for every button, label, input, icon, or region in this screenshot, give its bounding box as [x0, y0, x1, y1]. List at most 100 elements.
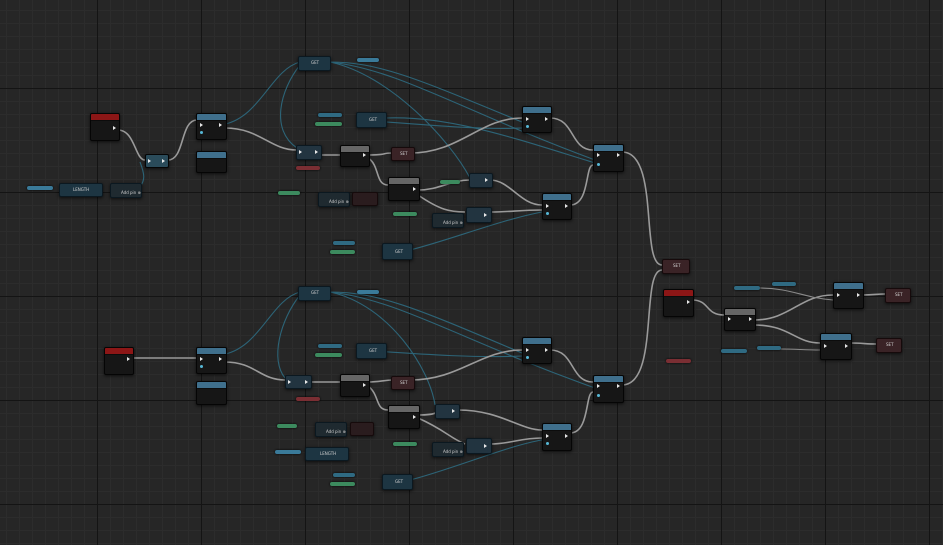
- function-node-upper-a[interactable]: [196, 113, 227, 140]
- exec-pin-icon[interactable]: [363, 153, 366, 157]
- exec-pin-icon[interactable]: [113, 126, 116, 130]
- data-pin-icon[interactable]: [526, 356, 529, 359]
- struct-variable-pill[interactable]: [357, 290, 379, 294]
- sequence-node-upper[interactable]: [145, 154, 169, 168]
- array-variable-pill[interactable]: [27, 186, 53, 190]
- get-node-lower-mid[interactable]: GET: [356, 343, 387, 359]
- exec-pin-icon[interactable]: [485, 178, 488, 182]
- struct-variable-pill[interactable]: [772, 282, 796, 286]
- struct-variable-pill[interactable]: [333, 241, 355, 245]
- set-node-lower-b[interactable]: [350, 422, 374, 436]
- data-pin-icon[interactable]: [597, 394, 600, 397]
- math-node-upper-a[interactable]: Add pin ⊕: [318, 192, 350, 207]
- exec-pin-icon[interactable]: [597, 384, 600, 388]
- exec-pin-icon[interactable]: [824, 344, 827, 348]
- exec-pin-icon[interactable]: [413, 187, 416, 191]
- function-node-lower-a[interactable]: [196, 347, 227, 374]
- struct-variable-pill[interactable]: [357, 58, 379, 62]
- exec-pin-icon[interactable]: [219, 357, 222, 361]
- data-pin-icon[interactable]: [546, 442, 549, 445]
- function-node-upper-f[interactable]: [593, 144, 624, 172]
- function-node-upper-b[interactable]: [196, 151, 227, 173]
- function-node-right-c[interactable]: [820, 333, 852, 360]
- function-node-upper-c[interactable]: [388, 177, 420, 201]
- exec-pin-icon[interactable]: [837, 293, 840, 297]
- exec-pin-icon[interactable]: [148, 159, 151, 163]
- exec-pin-icon[interactable]: [299, 150, 302, 154]
- exec-pin-icon[interactable]: [200, 123, 203, 127]
- exec-pin-icon[interactable]: [127, 357, 130, 361]
- event-node-lower[interactable]: [104, 347, 134, 375]
- event-node-right[interactable]: [663, 289, 694, 317]
- struct-variable-pill[interactable]: [757, 346, 781, 350]
- function-node-right-a[interactable]: [724, 308, 756, 331]
- exec-pin-icon[interactable]: [845, 344, 848, 348]
- array-variable-pill[interactable]: [275, 450, 301, 454]
- exec-pin-icon[interactable]: [452, 409, 455, 413]
- data-pin-icon[interactable]: [597, 163, 600, 166]
- object-variable-pill[interactable]: [296, 397, 320, 401]
- function-node-upper-e[interactable]: [542, 193, 572, 220]
- struct-variable-pill[interactable]: [318, 344, 342, 348]
- branch-node-lower-c[interactable]: [466, 438, 492, 454]
- bool-variable-pill[interactable]: [393, 212, 417, 216]
- bool-variable-pill[interactable]: [330, 250, 355, 254]
- branch-node-lower[interactable]: [285, 375, 312, 389]
- exec-pin-icon[interactable]: [749, 317, 752, 321]
- exec-pin-icon[interactable]: [617, 384, 620, 388]
- get-node-upper-top[interactable]: GET: [298, 56, 331, 71]
- exec-pin-icon[interactable]: [484, 213, 487, 217]
- exec-pin-icon[interactable]: [315, 150, 318, 154]
- branch-node-upper-b[interactable]: [469, 173, 493, 188]
- exec-pin-icon[interactable]: [305, 380, 308, 384]
- bool-variable-pill[interactable]: [440, 180, 460, 184]
- set-node-right-a[interactable]: SET: [885, 288, 911, 303]
- exec-pin-icon[interactable]: [526, 348, 529, 352]
- struct-variable-pill[interactable]: [721, 349, 747, 353]
- exec-pin-icon[interactable]: [162, 159, 165, 163]
- exec-pin-icon[interactable]: [200, 357, 203, 361]
- exec-pin-icon[interactable]: [484, 444, 487, 448]
- get-node-upper-mid[interactable]: GET: [356, 112, 387, 128]
- bool-variable-pill[interactable]: [278, 191, 300, 195]
- branch-node-upper[interactable]: [296, 145, 322, 160]
- function-node-lower-c[interactable]: [388, 405, 420, 429]
- branch-node-lower-b[interactable]: [435, 404, 460, 419]
- exec-pin-icon[interactable]: [545, 348, 548, 352]
- exec-pin-icon[interactable]: [546, 434, 549, 438]
- bool-variable-pill[interactable]: [315, 122, 342, 126]
- compare-node-upper[interactable]: Add pin ⊕: [110, 183, 142, 198]
- exec-pin-icon[interactable]: [526, 117, 529, 121]
- function-node-lower-f[interactable]: [593, 375, 624, 403]
- function-node-lower-b[interactable]: [196, 381, 227, 405]
- bool-variable-pill[interactable]: [315, 353, 342, 357]
- exec-pin-icon[interactable]: [728, 317, 731, 321]
- function-node-upper-d[interactable]: [522, 106, 552, 133]
- data-pin-icon[interactable]: [526, 125, 529, 128]
- set-node-upper-b[interactable]: [352, 192, 378, 206]
- function-node-lower-d[interactable]: [522, 337, 552, 364]
- length-node-upper[interactable]: LENGTH: [59, 183, 103, 197]
- data-pin-icon[interactable]: [200, 131, 203, 134]
- struct-variable-pill[interactable]: [734, 286, 760, 290]
- data-pin-icon[interactable]: [546, 212, 549, 215]
- struct-variable-pill[interactable]: [318, 113, 342, 117]
- exec-pin-icon[interactable]: [857, 293, 860, 297]
- get-node-lower-bottom[interactable]: GET: [382, 474, 413, 490]
- bool-variable-pill[interactable]: [277, 424, 297, 428]
- math-node-lower-a[interactable]: Add pin ⊕: [315, 422, 347, 437]
- get-node-upper-bottom[interactable]: GET: [382, 243, 413, 260]
- set-node-right-b[interactable]: SET: [876, 338, 902, 353]
- struct-variable-pill[interactable]: [333, 473, 355, 477]
- branch-node-upper-c[interactable]: [466, 207, 492, 223]
- function-node-right-b[interactable]: [833, 282, 864, 309]
- event-node-upper[interactable]: [90, 113, 120, 141]
- exec-pin-icon[interactable]: [565, 204, 568, 208]
- bool-variable-pill[interactable]: [393, 442, 417, 446]
- get-node-lower-top[interactable]: GET: [298, 286, 331, 301]
- object-variable-pill[interactable]: [666, 359, 691, 363]
- exec-pin-icon[interactable]: [413, 415, 416, 419]
- function-node-lower-e[interactable]: [542, 423, 572, 451]
- exec-pin-icon[interactable]: [687, 300, 690, 304]
- exec-pin-icon[interactable]: [597, 153, 600, 157]
